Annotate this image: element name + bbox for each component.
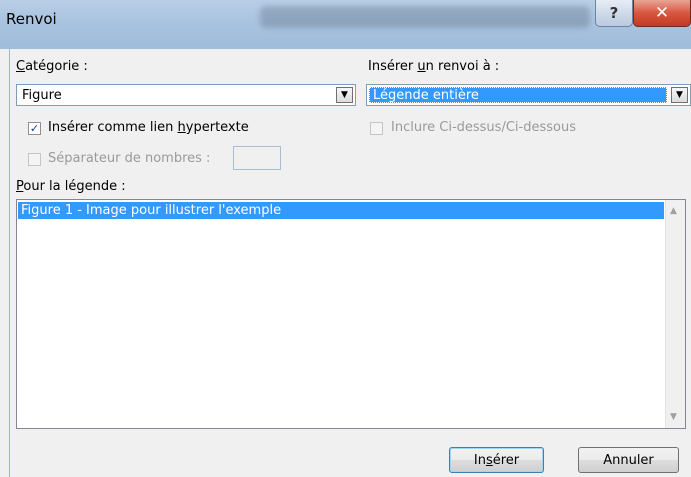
include-above-below-label: Inclure Ci-dessus/Ci-dessous: [391, 120, 576, 135]
caption-listbox[interactable]: Figure 1 - Image pour illustrer l'exempl…: [16, 199, 686, 429]
category-value: Figure: [22, 88, 62, 103]
scroll-down-icon[interactable]: ▼: [670, 412, 677, 422]
hyperlink-label[interactable]: Insérer comme lien hypertexte: [48, 120, 249, 135]
separator-checkbox[interactable]: [28, 153, 41, 166]
close-icon: ✕: [654, 3, 670, 23]
separator-label: Séparateur de nombres :: [48, 151, 211, 166]
category-dropdown[interactable]: Figure ▼: [16, 84, 356, 106]
caption-list-label: Pour la légende :: [16, 179, 126, 194]
hyperlink-checkbox[interactable]: ✓: [28, 122, 41, 135]
window-title: Renvoi: [6, 10, 57, 28]
chevron-down-icon[interactable]: ▼: [336, 87, 353, 103]
cancel-button[interactable]: Annuler: [578, 447, 679, 473]
include-above-below-checkbox[interactable]: [370, 122, 383, 135]
help-icon: ?: [609, 4, 619, 22]
help-button[interactable]: ?: [595, 0, 633, 27]
chevron-down-icon[interactable]: ▼: [671, 87, 688, 103]
dialog-body: Catégorie : Figure ▼ Insérer un renvoi à…: [9, 49, 691, 477]
scroll-up-icon[interactable]: ▲: [670, 206, 677, 216]
title-bar[interactable]: Renvoi ? ✕: [0, 0, 691, 49]
reference-to-dropdown[interactable]: Légende entière ▼: [366, 84, 691, 106]
reference-to-label: Insérer un renvoi à :: [368, 59, 500, 74]
title-glare: [260, 6, 590, 28]
list-item[interactable]: Figure 1 - Image pour illustrer l'exempl…: [18, 202, 664, 219]
insert-button[interactable]: In s érer: [449, 447, 544, 473]
scrollbar[interactable]: ▲ ▼: [665, 200, 685, 428]
separator-input[interactable]: [233, 146, 281, 170]
category-label: Catégorie :: [16, 59, 88, 74]
close-button[interactable]: ✕: [633, 0, 691, 27]
checkmark-icon: ✓: [29, 122, 40, 135]
reference-to-value: Légende entière: [373, 88, 479, 103]
